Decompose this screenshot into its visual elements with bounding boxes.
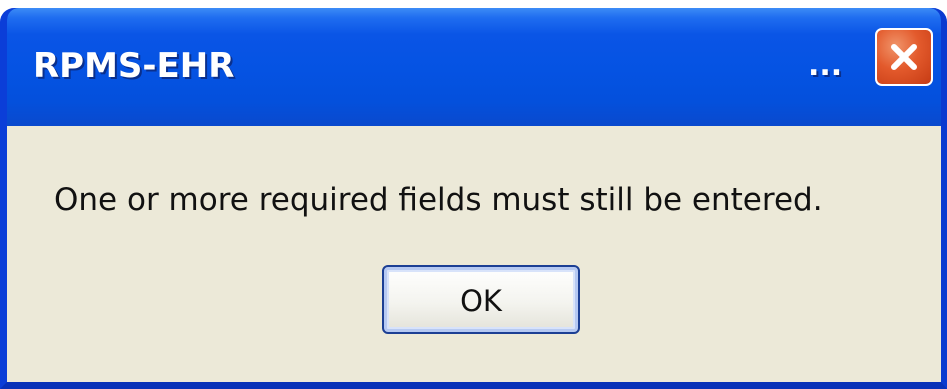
title-bar[interactable]: RPMS-EHR ...: [7, 8, 941, 128]
title-overflow-ellipsis: ...: [808, 48, 843, 83]
dialog-message: One or more required fields must still b…: [54, 182, 823, 218]
ok-button-label: OK: [460, 284, 502, 318]
ok-button[interactable]: OK: [382, 265, 580, 334]
dialog-frame: RPMS-EHR ... One or more required fields…: [0, 8, 947, 389]
close-button[interactable]: [875, 28, 933, 86]
dialog-body: One or more required fields must still b…: [7, 126, 941, 382]
close-icon: [891, 44, 917, 70]
dialog-title: RPMS-EHR: [33, 46, 235, 86]
message-dialog-window: RPMS-EHR ... One or more required fields…: [0, 0, 947, 389]
